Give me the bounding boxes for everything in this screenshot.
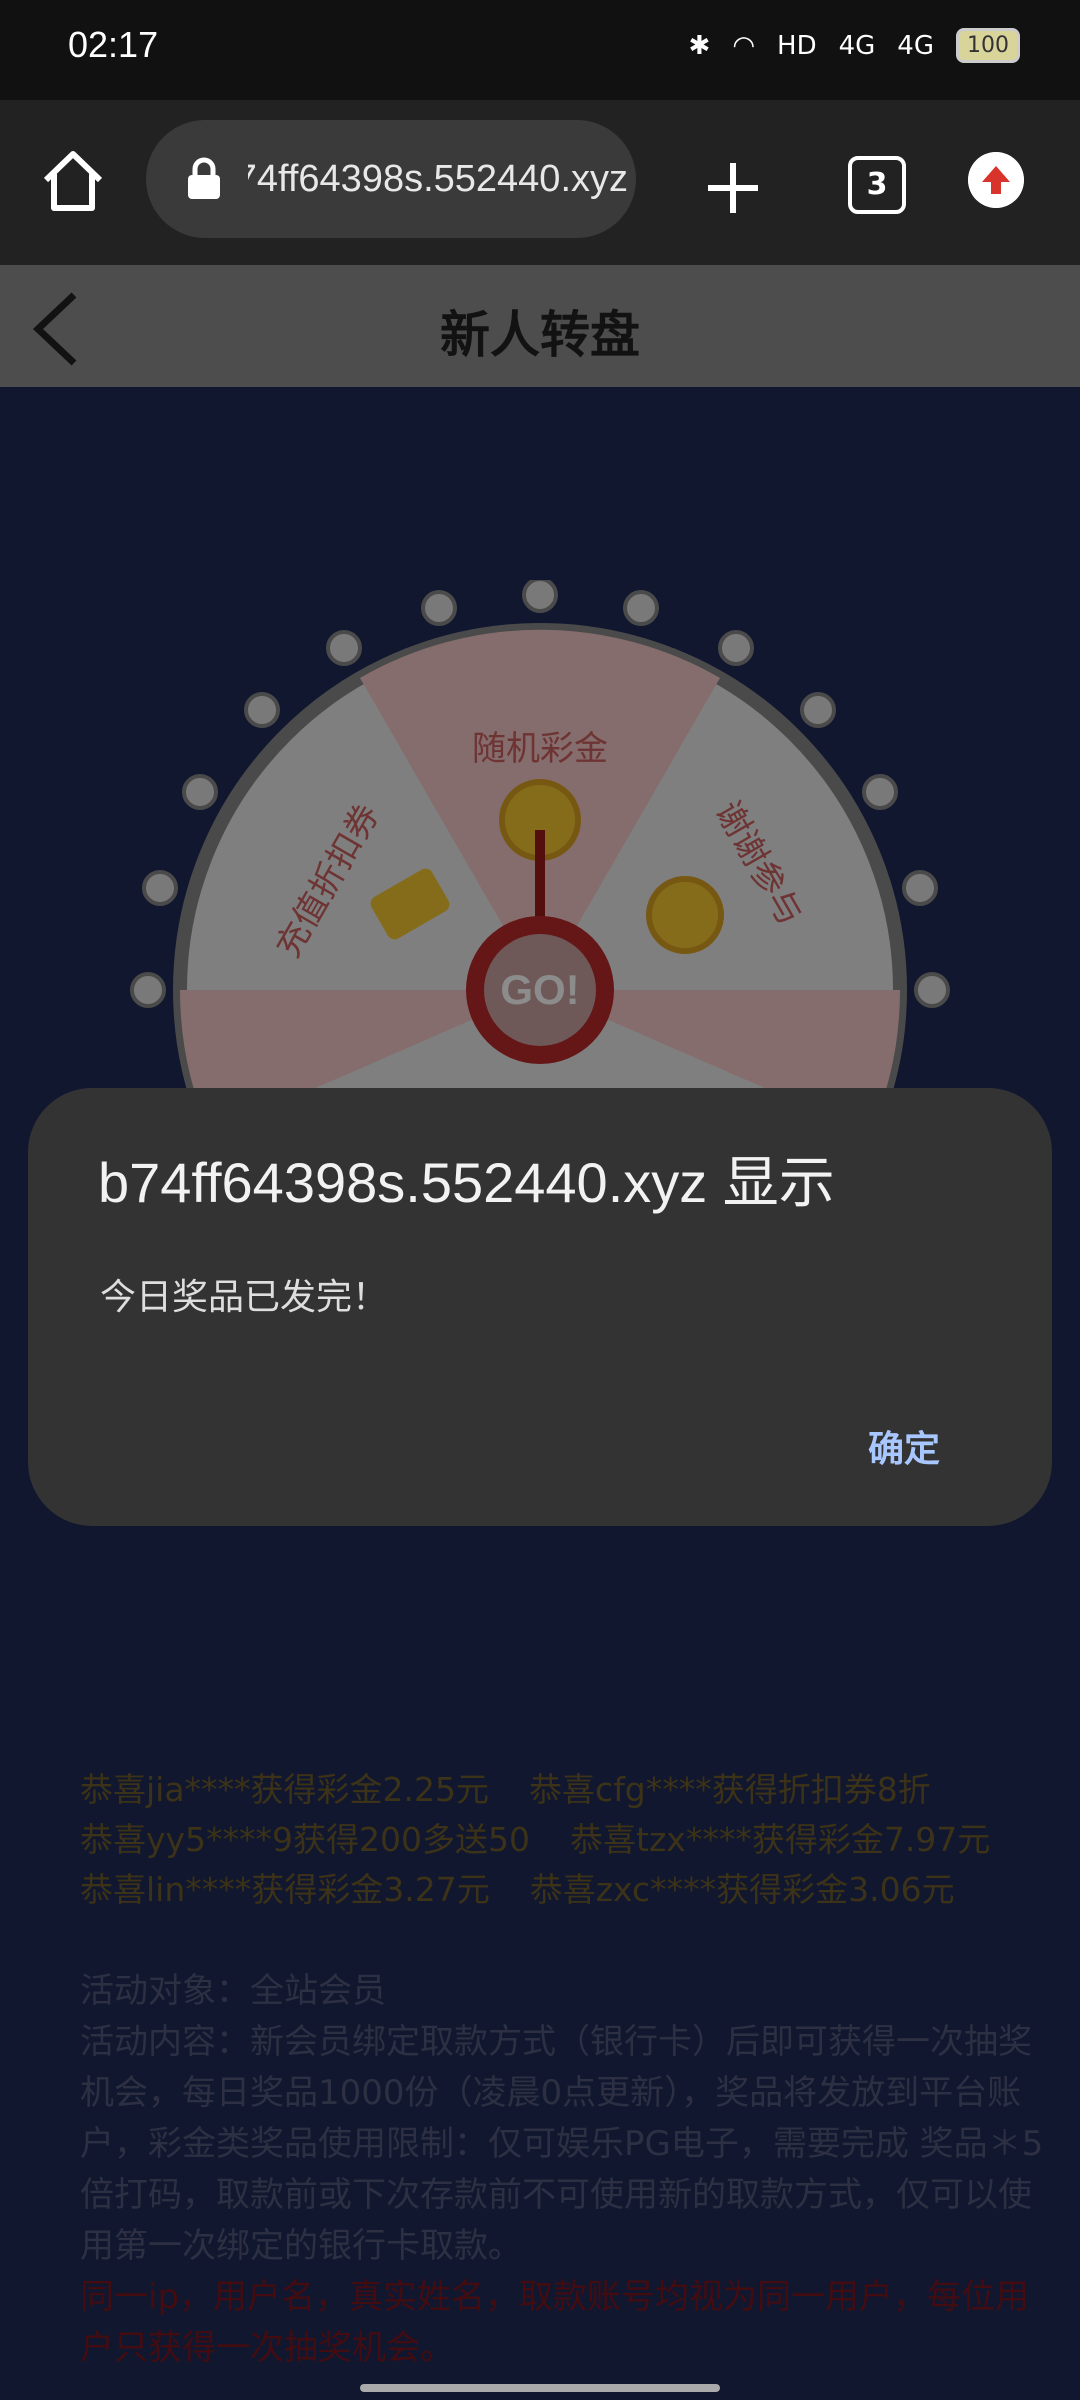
status-icons: ✱ ◠ HD 4G 4G 100 [689, 28, 1020, 63]
status-time: 02:17 [68, 24, 159, 65]
home-icon[interactable] [38, 146, 108, 216]
signal-label-1: 4G [838, 30, 876, 61]
new-tab-icon[interactable] [700, 155, 766, 221]
update-icon[interactable] [968, 152, 1024, 208]
dialog-title: b74ff64398s.552440.xyz 显示 [98, 1151, 835, 1214]
signal-label-2: 4G [897, 30, 934, 61]
url-text: b74ff64398s.552440.xyz [248, 157, 628, 200]
browser-toolbar: b74ff64398s.552440.xyz 3 [0, 100, 1080, 265]
status-bar: 02:17 ✱ ◠ HD 4G 4G 100 [0, 0, 1080, 100]
wifi-icon: ◠ [732, 30, 756, 61]
lock-icon [188, 157, 220, 199]
address-bar[interactable]: b74ff64398s.552440.xyz [146, 120, 636, 238]
battery-icon: 100 [956, 28, 1020, 63]
alert-dialog: b74ff64398s.552440.xyz 显示 今日奖品已发完！ 确定 [28, 1088, 1052, 1526]
dialog-message: 今日奖品已发完！ [100, 1277, 389, 1318]
bluetooth-icon: ✱ [688, 30, 711, 61]
gesture-bar[interactable] [360, 2384, 720, 2392]
hd-label: HD [777, 30, 817, 61]
tab-switcher-button[interactable]: 3 [848, 156, 906, 214]
dialog-ok-button[interactable]: 确定 [868, 1420, 940, 1472]
